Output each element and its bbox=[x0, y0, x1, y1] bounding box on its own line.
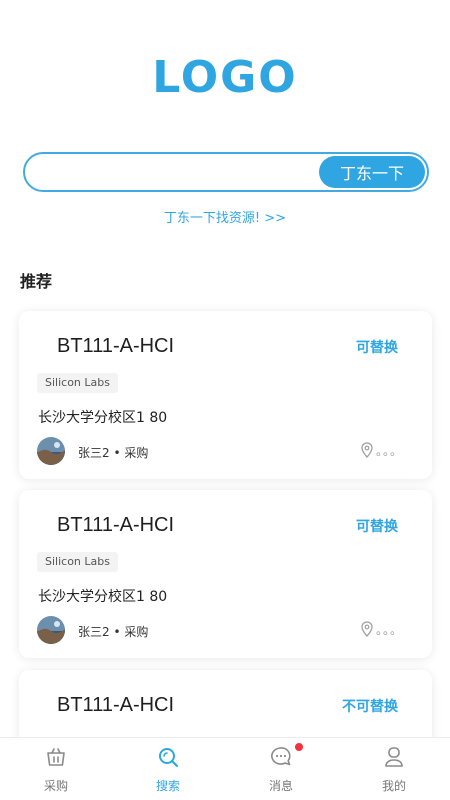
status-badge: 不可替换 bbox=[342, 699, 398, 715]
find-resources-link[interactable]: 丁东一下找资源! >> bbox=[0, 207, 450, 226]
search-input[interactable] bbox=[39, 154, 319, 190]
location-text: 。。。 bbox=[376, 623, 404, 637]
tab-search[interactable]: 搜索 bbox=[112, 738, 224, 800]
message-icon bbox=[269, 745, 293, 769]
tab-label: 采购 bbox=[43, 779, 68, 793]
part-number: BT111-A-HCI bbox=[57, 514, 175, 536]
avatar bbox=[37, 437, 65, 465]
search-bar: 丁东一下 bbox=[23, 152, 429, 192]
tab-label: 我的 bbox=[381, 779, 406, 793]
tab-messages[interactable]: 消息 bbox=[225, 738, 337, 800]
tab-label: 搜索 bbox=[155, 779, 180, 793]
search-button[interactable]: 丁东一下 bbox=[319, 156, 425, 188]
status-badge: 可替换 bbox=[356, 340, 398, 356]
bottom-tab-bar: 采购 搜索 消息 我的 bbox=[0, 737, 450, 800]
recommend-section-title: 推荐 bbox=[20, 272, 53, 291]
search-icon bbox=[156, 745, 180, 769]
logo: LOGO bbox=[152, 52, 298, 103]
address-text: 长沙大学分校区1 80 bbox=[38, 589, 168, 605]
tab-profile[interactable]: 我的 bbox=[338, 738, 450, 800]
user-role-text: 张三2 • 采购 bbox=[78, 625, 149, 639]
status-badge: 可替换 bbox=[356, 519, 398, 535]
part-number: BT111-A-HCI bbox=[57, 335, 175, 357]
user-role-text: 张三2 • 采购 bbox=[78, 446, 149, 460]
brand-tag: Silicon Labs bbox=[37, 373, 118, 393]
user-icon bbox=[382, 745, 406, 769]
part-number: BT111-A-HCI bbox=[57, 694, 175, 716]
unread-badge bbox=[295, 743, 303, 751]
location-icon bbox=[360, 442, 374, 458]
tab-purchase[interactable]: 采购 bbox=[0, 738, 112, 800]
tab-label: 消息 bbox=[268, 779, 293, 793]
address-text: 长沙大学分校区1 80 bbox=[38, 410, 168, 426]
location-text: 。。。 bbox=[376, 444, 404, 458]
app-screen: LOGO 丁东一下 丁东一下找资源! >> 推荐 BT111-A-HCI 可替换… bbox=[0, 0, 450, 800]
brand-tag: Silicon Labs bbox=[37, 552, 118, 572]
recommend-card[interactable]: BT111-A-HCI 可替换 Silicon Labs 长沙大学分校区1 80… bbox=[19, 490, 432, 658]
avatar bbox=[37, 616, 65, 644]
recommend-card[interactable]: BT111-A-HCI 可替换 Silicon Labs 长沙大学分校区1 80… bbox=[19, 311, 432, 479]
location-icon bbox=[360, 621, 374, 637]
basket-icon bbox=[44, 745, 68, 769]
